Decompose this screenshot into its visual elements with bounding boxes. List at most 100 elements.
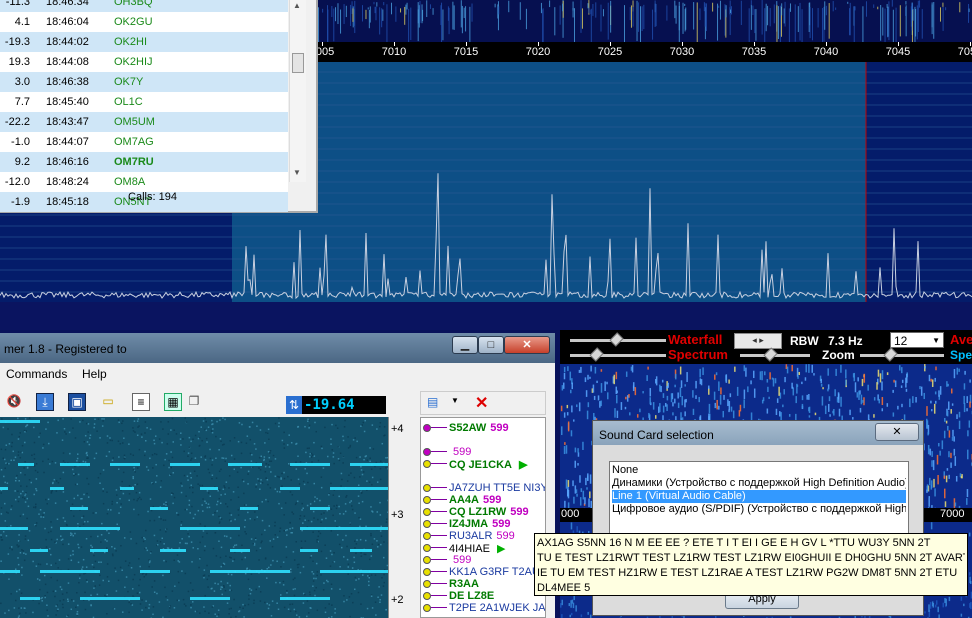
noise-speck [111,503,113,505]
table-row[interactable]: -19.3 18:44:02 OK2HI [0,32,288,52]
spot-callsign: DE LZ8E [449,590,498,602]
waterfall-speck [352,8,354,22]
scroll-thumb[interactable] [292,53,304,73]
noise-speck [185,605,187,607]
zoom-knob-right[interactable] [883,347,898,362]
noise-speck [226,582,229,584]
menu-commands[interactable]: Commands [6,367,67,381]
noise-speck [338,505,340,508]
noise-speck [229,440,231,442]
ruler-icon[interactable]: ▭ [100,393,116,409]
waterfall-speck [961,474,963,479]
list-item[interactable]: DE LZ8E [421,590,545,602]
waterfall-speck [828,396,831,402]
table-row[interactable]: -11.3 18:46:34 OH3BQ [0,0,288,12]
waterfall-speck [632,385,635,392]
download-icon[interactable]: ⤓ [36,393,54,411]
scroll-down-icon[interactable]: ▼ [293,168,301,177]
minimize-button[interactable]: ▁ [452,336,478,354]
table-row[interactable]: 7.7 18:45:40 OL1C [0,92,288,112]
spectrum-slider-knob[interactable] [589,347,604,362]
table-row[interactable]: 19.3 18:44:08 OK2HIJ [0,52,288,72]
rbw-select[interactable]: 12 ▼ [890,332,944,348]
menu-help[interactable]: Help [82,367,107,381]
chevron-down-icon[interactable]: ▼ [451,396,459,405]
table-row[interactable]: -1.0 18:44:07 OM7AG [0,132,288,152]
sound-card-title-bar[interactable]: Sound Card selection ✕ [593,421,923,445]
waterfall-speck [788,8,790,42]
frequency-axis[interactable]: 7005701070157020702570307035704070457050 [310,42,972,62]
close-button[interactable]: ✕ [504,336,550,354]
zoom-knob-left[interactable] [763,347,778,362]
noise-speck [284,529,287,532]
table-row[interactable]: 9.2 18:46:16 OM7RU [0,152,288,172]
sound-card-option[interactable]: Динамики (Устройство с поддержкой High D… [612,477,906,490]
list-item[interactable]: CQ JE1CKA ▶ [421,458,545,471]
waterfall-speck [837,392,840,400]
save-icon[interactable]: ▣ [68,393,86,411]
noise-speck [23,467,25,469]
waterfall-speck [365,9,367,20]
calls-scrollbar[interactable]: ▲ ▼ [289,0,306,182]
table-row[interactable]: 3.0 18:46:38 OK7Y [0,72,288,92]
list-item[interactable]: IZ4JMA 599 [421,518,545,530]
play-icon[interactable]: ▶ [519,459,527,471]
list-item[interactable]: RU3ALR 599 [421,530,545,542]
sound-card-list[interactable]: None Динамики (Устройство с поддержкой Hi… [609,461,909,541]
average-label[interactable]: Ave [950,332,972,347]
waterfall-speck [892,389,894,393]
list-item[interactable]: CQ LZ1RW 599 [421,506,545,518]
list-item[interactable]: R3AA [421,578,545,590]
waterfall-speck [784,1,786,27]
noise-speck [54,562,57,565]
spectrum-mode-label[interactable]: Spe [950,348,972,362]
mute-icon[interactable]: 🔇 [6,393,22,409]
noise-speck [289,527,291,530]
list-item[interactable]: T2PE 2A1WJEK JA2 [421,602,545,614]
list-item[interactable]: AA4A 599 [421,494,545,506]
noise-speck [77,494,79,497]
waterfall-speck [422,9,424,22]
list-item[interactable]: 599 [421,446,545,458]
copy-icon[interactable]: ❐ [186,393,202,409]
waterfall-stepper[interactable]: ◂ ▸ [734,333,782,349]
sound-card-option[interactable]: None [612,464,906,477]
noise-speck [199,612,201,614]
noise-speck [331,553,333,556]
waterfall-speck [943,430,946,439]
waterfall-speck [838,408,841,417]
noise-speck [274,534,277,536]
noise-speck [335,424,337,427]
picture-icon[interactable]: ▦ [164,393,182,411]
zoom-slider-right[interactable] [860,354,944,357]
noise-speck [358,502,360,504]
noise-speck [327,455,329,458]
scroll-up-icon[interactable]: ▲ [293,1,301,10]
noise-speck [217,613,220,616]
spectrum-slider[interactable] [570,354,666,357]
list-icon[interactable]: ≡ [132,393,150,411]
maximize-button[interactable]: □ [478,336,504,354]
list-item[interactable]: 599 [421,554,545,566]
list-item[interactable]: S52AW 599 [421,422,545,434]
skimmer-waterfall[interactable] [0,417,388,618]
list-item[interactable]: KK1A G3RF T2AU [421,566,545,578]
table-row[interactable]: 4.1 18:46:04 OK2GU [0,12,288,32]
sort-arrows-icon[interactable]: ⇅ [286,396,302,414]
noise-speck [359,525,361,528]
sound-card-option[interactable]: Цифровое аудио (S/PDIF) (Устройство с по… [612,503,906,516]
list-item[interactable]: JA7ZUH TT5E NI3Y [421,482,545,494]
waterfall-slider-knob[interactable] [609,332,624,347]
sound-card-close-button[interactable]: ✕ [875,423,919,441]
delete-icon[interactable]: ✕ [475,393,488,413]
list-item[interactable]: 4I4HIAE ▶ [421,542,545,555]
noise-speck [267,566,270,569]
sound-card-option[interactable]: Line 1 (Virtual Audio Cable) [612,490,906,503]
sdr-waterfall[interactable] [318,0,972,42]
waterfall-speck [937,475,939,485]
noise-speck [259,591,262,593]
waterfall-speck [893,379,895,383]
table-row[interactable]: -22.2 18:43:47 OM5UM [0,112,288,132]
skimmer-title-bar[interactable]: mer 1.8 - Registered to ▁ □ ✕ [0,333,555,363]
filter-icon[interactable]: ▤ [427,395,438,409]
